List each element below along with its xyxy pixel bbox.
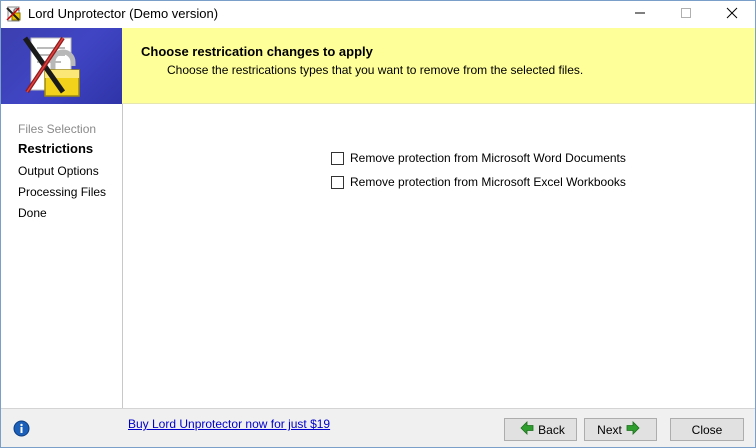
title-bar: Lord Unprotector (Demo version): [1, 1, 755, 27]
main-content: Remove protection from Microsoft Word Do…: [123, 104, 755, 408]
next-button-label: Next: [597, 422, 622, 437]
excel-protection-checkbox[interactable]: [331, 175, 344, 189]
word-protection-label: Remove protection from Microsoft Word Do…: [350, 151, 626, 165]
back-button[interactable]: Back: [504, 418, 577, 441]
step-processing-files: Processing Files: [18, 185, 107, 199]
header-banner: Choose restrication changes to apply Cho…: [122, 28, 755, 104]
step-done: Done: [18, 206, 47, 220]
unlocked-padlock-document-logo: [22, 36, 80, 97]
window-title: Lord Unprotector (Demo version): [28, 6, 219, 21]
excel-protection-label: Remove protection from Microsoft Excel W…: [350, 175, 626, 189]
page-subtitle: Choose the restrications types that you …: [167, 63, 584, 77]
buy-link[interactable]: Buy Lord Unprotector now for just $19: [128, 417, 330, 431]
excel-protection-option[interactable]: Remove protection from Microsoft Excel W…: [331, 175, 626, 189]
next-button[interactable]: Next: [584, 418, 657, 441]
back-button-label: Back: [538, 422, 565, 437]
page-title: Choose restrication changes to apply: [141, 44, 373, 59]
arrow-left-icon: [520, 421, 534, 438]
arrow-right-icon: [626, 421, 640, 438]
header-logo: [1, 28, 122, 104]
maximize-icon: [680, 7, 692, 22]
step-output-options: Output Options: [18, 164, 99, 178]
minimize-button[interactable]: [617, 1, 663, 27]
app-icon[interactable]: [5, 5, 23, 23]
word-protection-option[interactable]: Remove protection from Microsoft Word Do…: [331, 151, 626, 165]
maximize-button[interactable]: [663, 1, 709, 27]
close-button-label: Close: [691, 422, 723, 437]
step-restrictions: Restrictions: [18, 141, 94, 156]
close-icon: [726, 7, 738, 22]
minimize-icon: [634, 7, 646, 22]
footer-bar: Buy Lord Unprotector now for just $19 Ba…: [1, 408, 755, 447]
close-button[interactable]: Close: [670, 418, 744, 441]
info-icon[interactable]: [13, 420, 30, 437]
word-protection-checkbox[interactable]: [331, 151, 344, 165]
step-files-selection: Files Selection: [18, 122, 97, 136]
app-window: Lord Unprotector (Demo version) Choose r…: [0, 0, 756, 448]
close-window-button[interactable]: [709, 1, 755, 27]
wizard-steps-sidebar: Files Selection Restrictions Output Opti…: [1, 104, 123, 408]
